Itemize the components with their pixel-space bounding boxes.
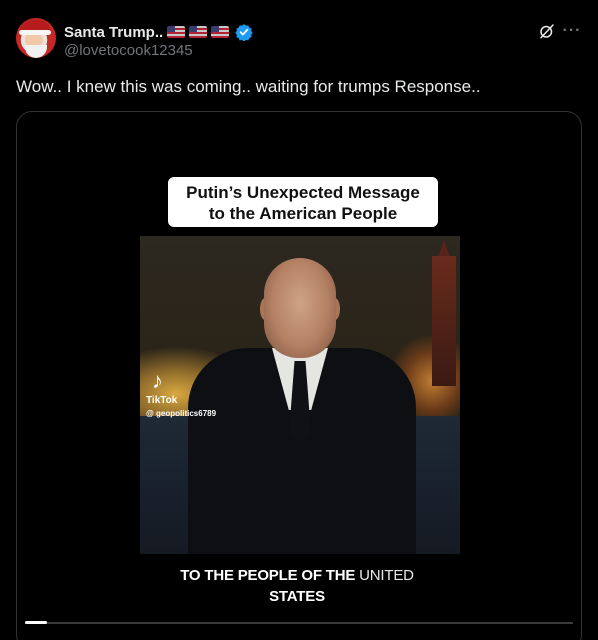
- us-flag-icon: [211, 26, 230, 38]
- video-caption-line: Putin’s Unexpected Message: [186, 183, 420, 202]
- video-caption-box: Putin’s Unexpected Message to the Americ…: [168, 177, 438, 227]
- avatar[interactable]: [16, 18, 56, 58]
- subtitle-text: TO THE PEOPLE OF THE: [180, 567, 360, 584]
- tweet-text: Wow.. I knew this was coming.. waiting f…: [16, 77, 481, 96]
- video-subtitle: TO THE PEOPLE OF THE UNITED STATES: [107, 565, 487, 607]
- tiktok-watermark: TikTok: [146, 395, 178, 406]
- display-name[interactable]: Santa Trump..: [64, 24, 163, 41]
- video-caption-line: to the American People: [208, 204, 398, 223]
- subtitle-text-line2: STATES: [269, 588, 325, 605]
- more-icon[interactable]: ···: [561, 22, 583, 40]
- tiktok-icon: ♪: [152, 368, 163, 393]
- us-flag-icon: [167, 26, 186, 38]
- tweet-header: Santa Trump.. @lovetocook12345 ···: [0, 0, 598, 70]
- kremlin-tower: [432, 256, 456, 386]
- verified-icon: [235, 24, 253, 41]
- subtitle-highlight: UNITED: [359, 567, 414, 584]
- hat-brim: [19, 30, 51, 35]
- video-progress-fill: [25, 621, 47, 624]
- beard: [25, 45, 47, 58]
- us-flag-icon: [189, 26, 208, 38]
- name-row: Santa Trump..: [64, 22, 253, 42]
- video-progress-bar[interactable]: [25, 621, 573, 624]
- video-frame: ♪ TikTok @ geopolitics6789: [140, 236, 460, 554]
- tiktok-username: @ geopolitics6789: [146, 409, 217, 418]
- video-player[interactable]: Putin’s Unexpected Message to the Americ…: [16, 111, 582, 640]
- grok-icon[interactable]: [538, 22, 556, 40]
- user-handle[interactable]: @lovetocook12345: [64, 42, 193, 59]
- head: [264, 258, 336, 358]
